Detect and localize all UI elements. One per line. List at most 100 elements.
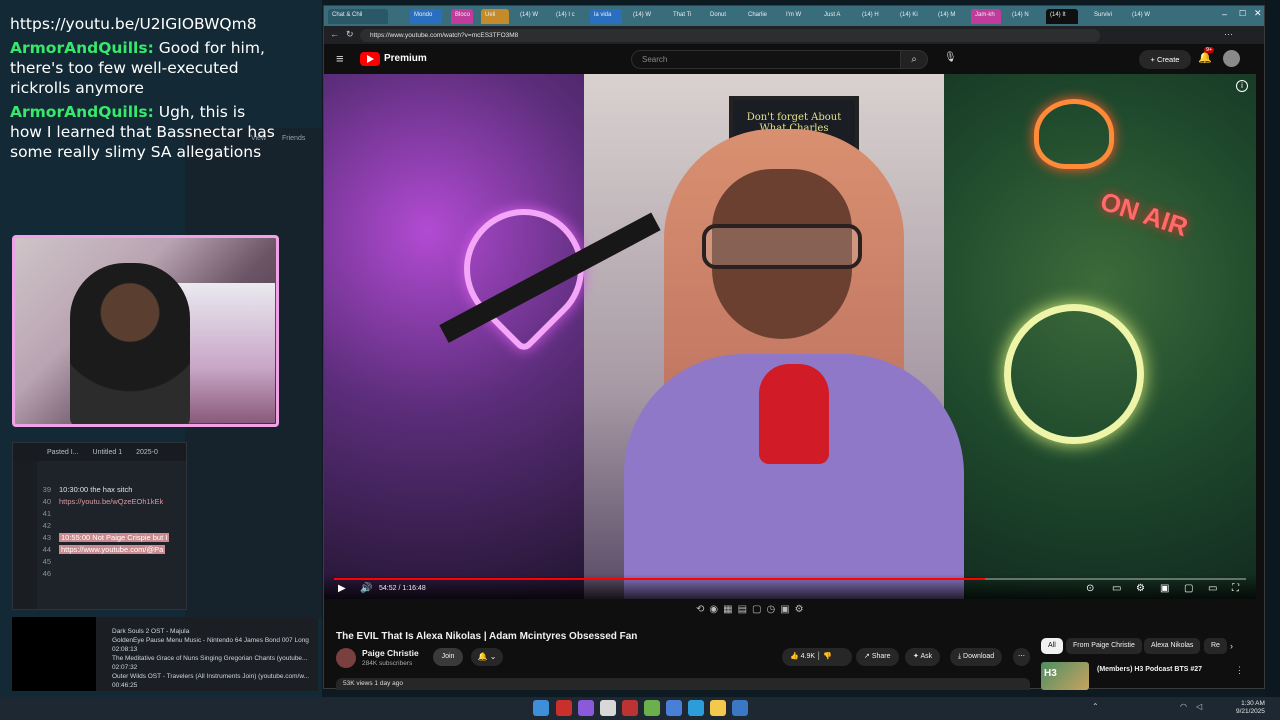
- play-icon[interactable]: ▶: [338, 583, 346, 594]
- back-icon[interactable]: ←: [330, 29, 339, 39]
- video-description-meta[interactable]: 53K views 1 day ago: [336, 678, 1030, 690]
- volume-tray-icon[interactable]: ◁: [1196, 702, 1202, 711]
- progress-bar[interactable]: [334, 578, 1246, 580]
- video-title: The EVIL That Is Alexa Nikolas | Adam Mc…: [336, 631, 638, 642]
- browser-taskbar-icon[interactable]: [688, 700, 704, 716]
- taskbar-app-icon[interactable]: [600, 700, 616, 716]
- steam-menu-friends[interactable]: Friends: [282, 135, 305, 142]
- browser-tab[interactable]: la vida: [590, 9, 622, 24]
- search-input[interactable]: Search: [631, 50, 901, 69]
- refresh-icon[interactable]: ↻: [346, 29, 354, 40]
- channel-avatar[interactable]: [336, 648, 356, 668]
- media-item[interactable]: GoldenEye Pause Menu Music - Nintendo 64…: [112, 636, 318, 654]
- audio-icon[interactable]: ◉: [709, 604, 723, 615]
- channel-name[interactable]: Paige Christie: [362, 648, 419, 658]
- share-button[interactable]: ↗ Share: [856, 648, 899, 666]
- cast-icon[interactable]: ▭: [1208, 583, 1217, 594]
- account-avatar[interactable]: [1223, 50, 1240, 67]
- window-icon[interactable]: ▢: [752, 604, 766, 615]
- create-button[interactable]: + Create: [1139, 50, 1191, 69]
- browser-tab[interactable]: (14) W: [516, 9, 548, 24]
- browser-tab[interactable]: Donut: [706, 9, 738, 24]
- hamburger-menu-icon[interactable]: ≡: [336, 51, 344, 66]
- like-button[interactable]: 👍 4.9K │ 👎: [782, 648, 852, 666]
- notes-tab[interactable]: Pasted I...: [47, 449, 79, 456]
- browser-tab[interactable]: Chat & Chil: [328, 9, 388, 24]
- camera-icon[interactable]: ▣: [780, 604, 794, 615]
- subtitles-icon[interactable]: ▭: [1112, 583, 1121, 594]
- taskbar-app-icon[interactable]: [622, 700, 638, 716]
- browser-tab[interactable]: (14) M: [934, 9, 966, 24]
- fullscreen-icon[interactable]: ⛶: [1232, 583, 1239, 594]
- browser-tab[interactable]: (14) N: [1008, 9, 1040, 24]
- loop-icon[interactable]: ⟲: [696, 604, 709, 615]
- recommended-video[interactable]: H3 (Members) H3 Podcast BTS #27 ⋮: [1041, 662, 1261, 690]
- browser-tab[interactable]: I'm W: [782, 9, 814, 24]
- youtube-logo-icon[interactable]: [360, 52, 380, 66]
- taskbar-app-icon[interactable]: [578, 700, 594, 716]
- notification-count-badge: 9+: [1204, 47, 1215, 53]
- volume-icon[interactable]: 🔊: [360, 583, 372, 594]
- download-button[interactable]: ⤓ Download: [950, 648, 1003, 666]
- subscription-bell-icon[interactable]: 🔔 ⌄: [471, 648, 503, 666]
- chip-more[interactable]: Re: [1204, 638, 1227, 654]
- start-menu-icon[interactable]: [533, 700, 549, 716]
- search-icon[interactable]: ⌕: [900, 50, 928, 69]
- speed-icon[interactable]: ◷: [766, 604, 780, 615]
- media-item[interactable]: Dark Souls 2 OST - Majula: [112, 627, 318, 636]
- microphone-icon[interactable]: 🎙: [944, 52, 957, 63]
- address-bar[interactable]: https://www.youtube.com/watch?v=mcES3TFO…: [360, 29, 1100, 42]
- browser-tab[interactable]: (14) W: [629, 9, 661, 24]
- notes-tab[interactable]: 2025-0: [136, 449, 158, 456]
- taskbar-app-icon[interactable]: [644, 700, 660, 716]
- more-actions-icon[interactable]: ⋯: [1013, 648, 1030, 666]
- chip-from-channel[interactable]: From Paige Christie: [1066, 638, 1142, 654]
- join-button[interactable]: Join: [433, 648, 463, 666]
- browser-tab[interactable]: (14) I c: [552, 9, 584, 24]
- ask-button[interactable]: ✦ Ask: [905, 648, 941, 666]
- chip-all[interactable]: All: [1041, 638, 1063, 654]
- close-icon[interactable]: ✕: [1254, 8, 1262, 19]
- youtube-logo-text[interactable]: Premium: [384, 53, 427, 64]
- taskbar-app-icon[interactable]: [732, 700, 748, 716]
- chevron-right-icon[interactable]: ›: [1230, 641, 1233, 651]
- screenshot-icon[interactable]: ▦: [723, 604, 737, 615]
- browser-tab[interactable]: Just A: [820, 9, 852, 24]
- video-player[interactable]: ON AIR Don't forget About What Charles i: [324, 74, 1256, 599]
- browser-tab[interactable]: Ueli: [481, 9, 509, 24]
- minimize-icon[interactable]: –: [1222, 9, 1227, 19]
- notes-tab[interactable]: Untitled 1: [93, 449, 123, 456]
- autoplay-toggle-icon[interactable]: ⊙: [1086, 583, 1094, 594]
- browser-tab-active[interactable]: (14) It: [1046, 9, 1078, 24]
- theater-mode-icon[interactable]: ▢: [1184, 583, 1193, 594]
- notes-line: 39 10:30:00 the hax sitch: [42, 485, 133, 494]
- taskbar-app-icon[interactable]: [556, 700, 572, 716]
- tray-overflow-icon[interactable]: ⌃: [1092, 702, 1099, 711]
- menu-dots-icon[interactable]: ⋯: [1224, 29, 1233, 40]
- frame-icon[interactable]: ▤: [738, 604, 752, 615]
- info-icon[interactable]: i: [1236, 80, 1248, 92]
- media-item[interactable]: The Meditative Grace of Nuns Singing Gre…: [112, 654, 318, 672]
- ext-settings-icon[interactable]: ⚙: [795, 604, 809, 615]
- taskbar-app-icon[interactable]: [666, 700, 682, 716]
- file-explorer-icon[interactable]: [710, 700, 726, 716]
- extension-toolbar: ⟲◉▦▤▢◷▣⚙: [696, 604, 886, 620]
- notes-sidebar: [13, 461, 37, 609]
- media-item[interactable]: Outer Wilds OST - Travelers (All Instrum…: [112, 672, 318, 690]
- browser-tab[interactable]: Mondo: [410, 9, 442, 24]
- miniplayer-icon[interactable]: ▣: [1160, 583, 1169, 594]
- browser-tab[interactable]: Jam-kh: [971, 9, 1001, 24]
- browser-tab[interactable]: That Ti: [669, 9, 701, 24]
- browser-tab[interactable]: Survivi: [1090, 9, 1122, 24]
- browser-tab[interactable]: Charlie: [744, 9, 776, 24]
- maximize-icon[interactable]: ☐: [1239, 9, 1246, 18]
- browser-tab[interactable]: Bloco: [451, 9, 473, 24]
- browser-tab[interactable]: (14) W: [1128, 9, 1160, 24]
- wifi-icon[interactable]: ◠: [1180, 702, 1187, 711]
- browser-tab[interactable]: (14) Ki: [896, 9, 928, 24]
- browser-tab[interactable]: (14) H: [858, 9, 890, 24]
- settings-gear-icon[interactable]: ⚙: [1136, 583, 1145, 594]
- system-clock[interactable]: 1:30 AM 9/21/2025: [1236, 700, 1265, 716]
- recommended-menu-icon[interactable]: ⋮: [1235, 665, 1244, 676]
- chip-topic[interactable]: Alexa Nikolas: [1144, 638, 1201, 654]
